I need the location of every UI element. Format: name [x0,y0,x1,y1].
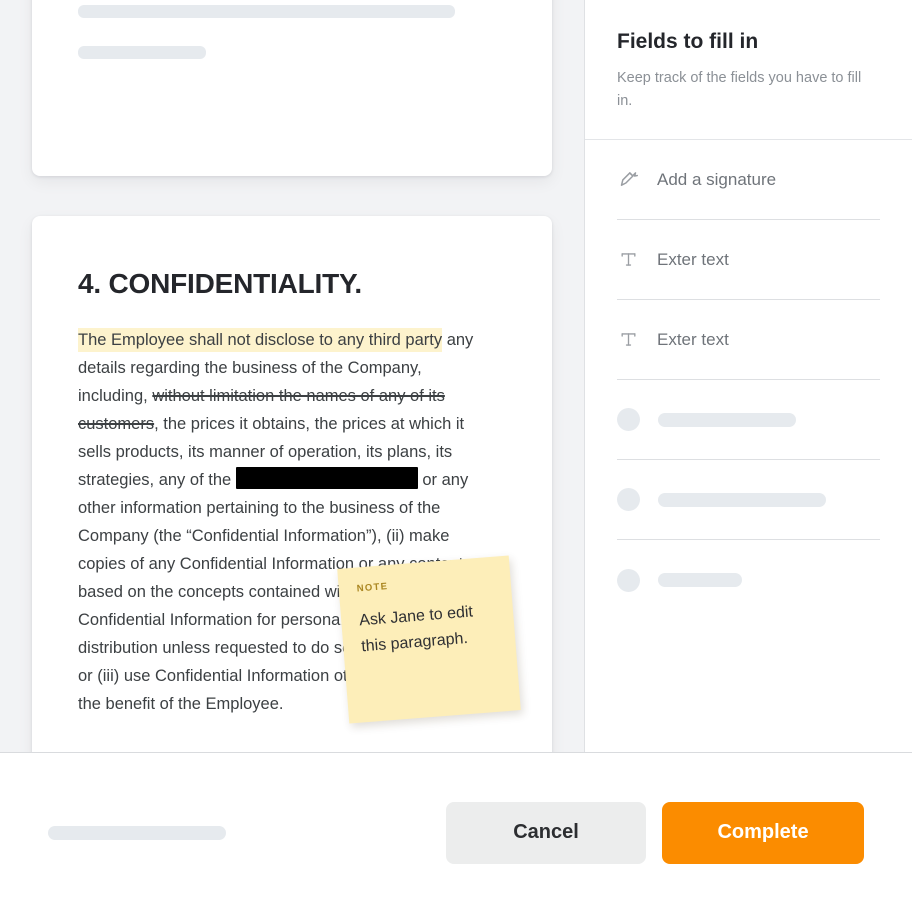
text-t-icon [617,249,639,271]
placeholder-bar [658,412,796,427]
sticky-note-text: Ask Jane to edit this paragraph. [358,603,474,656]
sidebar-subtitle: Keep track of the fields you have to fil… [617,70,862,109]
document-review-app: 4. CONFIDENTIALITY. The Employee shall n… [0,0,912,912]
placeholder-avatar [617,488,640,511]
page-title: 4. CONFIDENTIALITY. [78,268,362,299]
highlighted-text[interactable]: The Employee shall not disclose to any t… [78,328,443,352]
field-row-placeholder[interactable] [617,380,880,460]
fields-list: Add a signature Exter text Exter text [585,140,912,752]
skeleton-line [78,5,455,18]
signature-pen-icon [617,169,639,191]
sidebar-header: Fields to fill in Keep track of the fiel… [585,0,912,140]
field-row-placeholder[interactable] [617,540,880,620]
field-row-placeholder[interactable] [617,460,880,540]
field-row-text-2[interactable]: Exter text [617,300,880,380]
field-label: Exter text [657,329,729,349]
main-body: 4. CONFIDENTIALITY. The Employee shall n… [0,0,912,752]
placeholder-avatar [617,568,640,592]
fields-sidebar: Fields to fill in Keep track of the fiel… [584,0,912,752]
document-pane[interactable]: 4. CONFIDENTIALITY. The Employee shall n… [0,0,584,752]
footer-bar: Cancel Complete [0,752,912,912]
placeholder-avatar [617,408,640,431]
redaction-bar[interactable] [235,467,418,489]
placeholder-bar [658,492,826,507]
document-card-previous [32,0,552,176]
footer-actions: Cancel Complete [446,801,864,864]
footer-placeholder-bar [48,825,226,840]
text-t-icon [617,329,639,351]
placeholder-bar [658,573,742,587]
sticky-note[interactable]: NOTE Ask Jane to edit this paragraph. [337,555,521,724]
field-label: Exter text [657,249,729,269]
cancel-button[interactable]: Cancel [446,801,646,864]
field-label: Add a signature [657,169,777,189]
field-row-text-1[interactable]: Exter text [617,220,880,300]
field-row-signature[interactable]: Add a signature [617,140,880,220]
complete-button[interactable]: Complete [662,801,864,864]
sidebar-title: Fields to fill in [617,30,759,53]
skeleton-line [78,46,207,59]
sticky-note-label: NOTE [356,581,389,595]
